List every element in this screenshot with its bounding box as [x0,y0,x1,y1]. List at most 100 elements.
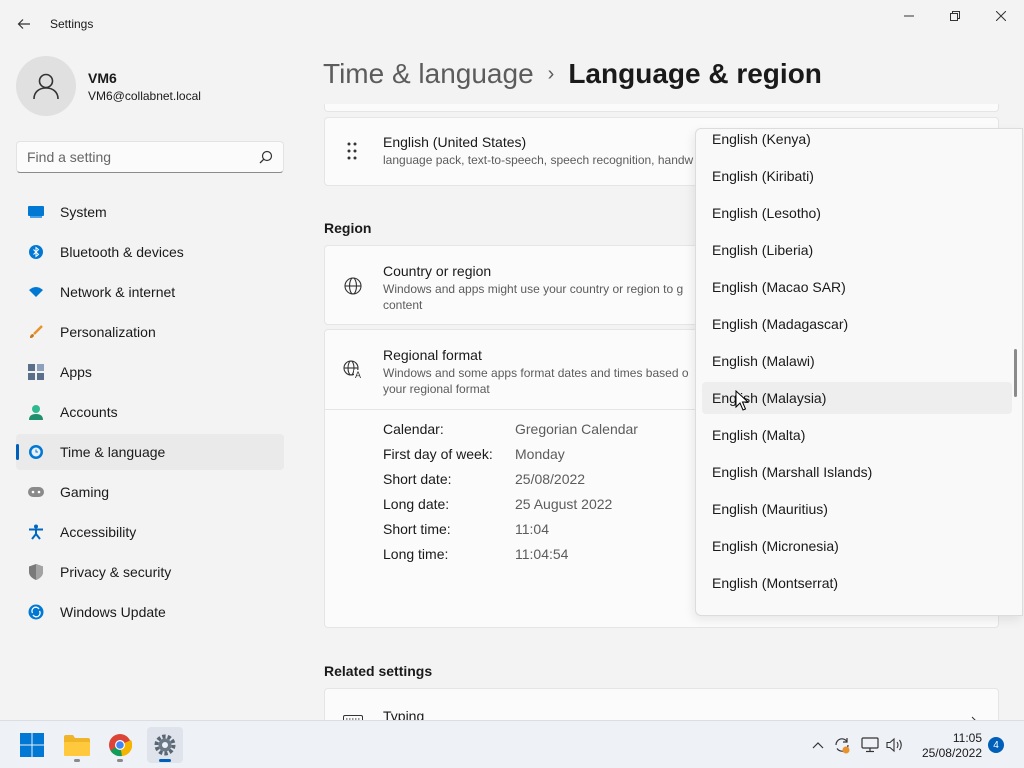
clock-date: 25/08/2022 [921,746,982,760]
dropdown-option[interactable]: English (Montserrat) [702,567,1012,599]
system-icon [28,204,44,220]
title-bar: Settings [0,0,1024,48]
breadcrumb-parent[interactable]: Time & language [323,58,534,90]
drag-handle-icon[interactable] [347,142,357,163]
dropdown-option[interactable]: English (Madagascar) [702,308,1012,340]
dropdown-scrollbar[interactable] [1014,349,1017,397]
taskbar: 11:05 25/08/2022 4 [0,720,1024,768]
region-section-label: Region [324,220,372,236]
network-icon [861,737,879,753]
sync-icon [835,738,850,754]
update-icon [28,604,44,620]
search-box[interactable] [16,141,284,173]
country-region-desc-2: content [383,298,423,312]
format-label-short-date: Short date: [383,471,452,487]
format-value-calendar: Gregorian Calendar [515,421,638,437]
file-explorer-icon [64,735,90,756]
sidebar-item-apps[interactable]: Apps [16,354,284,390]
dropdown-option[interactable]: English (Kiribati) [702,160,1012,192]
close-button[interactable] [978,0,1024,32]
format-value-short-time: 11:04 [515,521,549,537]
tray-volume[interactable] [885,735,905,755]
sidebar-item-label: Apps [60,364,92,380]
dropdown-option[interactable]: English (Micronesia) [702,530,1012,562]
sidebar-nav: System Bluetooth & devices Network & int… [16,194,284,634]
tray-network[interactable] [860,735,880,755]
sidebar-item-personalization[interactable]: Personalization [16,314,284,350]
taskbar-chrome[interactable] [102,727,138,763]
sidebar-item-bluetooth[interactable]: Bluetooth & devices [16,234,284,270]
related-settings-label: Related settings [324,663,433,679]
dropdown-option[interactable]: English (Marshall Islands) [702,456,1012,488]
dropdown-option[interactable]: English (Lesotho) [702,197,1012,229]
taskbar-clock[interactable]: 11:05 25/08/2022 [918,731,982,761]
user-profile[interactable]: VM6 VM6@collabnet.local [16,56,201,116]
maximize-button[interactable] [932,0,978,32]
dropdown-option[interactable]: English (Mauritius) [702,493,1012,525]
shield-icon [28,564,44,580]
dropdown-option[interactable]: English (Namibia) [702,604,1012,615]
back-arrow-icon [17,19,30,29]
sidebar-item-label: Personalization [60,324,156,340]
sidebar-item-system[interactable]: System [16,194,284,230]
back-button[interactable] [10,10,38,38]
running-indicator [159,759,171,762]
regional-format-icon: A [343,360,365,383]
format-label-long-time: Long time: [383,546,449,562]
volume-icon [886,737,902,753]
sidebar-item-network[interactable]: Network & internet [16,274,284,310]
start-button[interactable] [14,727,50,763]
country-region-dropdown[interactable]: English (Kenya) English (Kiribati) Engli… [695,128,1023,616]
dropdown-option[interactable]: English (Liberia) [702,234,1012,266]
minimize-button[interactable] [886,0,932,32]
breadcrumb-separator: › [547,62,555,85]
sidebar-item-label: Privacy & security [60,564,172,580]
show-hidden-icons-button[interactable] [808,735,828,755]
paintbrush-icon [28,324,44,340]
start-icon [20,733,44,757]
dropdown-option[interactable]: English (Malta) [702,419,1012,451]
gaming-icon [28,484,44,500]
sidebar-item-accessibility[interactable]: Accessibility [16,514,284,550]
sidebar-item-label: Windows Update [60,604,166,620]
svg-text:A: A [355,370,361,380]
settings-icon [154,734,176,756]
format-value-short-date: 25/08/2022 [515,471,586,487]
taskbar-file-explorer[interactable] [59,727,95,763]
sidebar-item-accounts[interactable]: Accounts [16,394,284,430]
sidebar-item-windows-update[interactable]: Windows Update [16,594,284,630]
sidebar-item-privacy[interactable]: Privacy & security [16,554,284,590]
accounts-icon [28,404,44,420]
accessibility-icon [28,524,44,540]
country-region-desc-1: Windows and apps might use your country … [383,282,684,296]
sidebar-item-label: Accounts [60,404,118,420]
close-icon [996,11,1006,21]
dropdown-option[interactable]: English (Malawi) [702,345,1012,377]
dropdown-option[interactable]: English (Kenya) [702,129,1012,155]
sidebar-item-gaming[interactable]: Gaming [16,474,284,510]
tray-sync[interactable] [832,735,852,755]
dropdown-option[interactable]: English (Macao SAR) [702,271,1012,303]
clipped-card [324,104,999,112]
notification-badge[interactable]: 4 [988,737,1004,753]
sidebar-item-label: Time & language [60,444,166,460]
sidebar-item-time-language[interactable]: Time & language [16,434,284,470]
apps-icon [28,364,44,380]
mouse-cursor-icon [735,390,749,411]
breadcrumb: Time & language › Language & region [323,58,822,90]
format-value-first-day: Monday [515,446,565,462]
running-indicator [117,759,123,762]
format-label-calendar: Calendar: [383,421,444,437]
running-indicator [74,759,80,762]
search-input[interactable] [17,149,247,165]
time-language-icon [28,444,44,460]
sidebar-item-label: Network & internet [60,284,176,300]
taskbar-settings[interactable] [147,727,183,763]
language-features: language pack, text-to-speech, speech re… [383,153,694,167]
format-label-long-date: Long date: [383,496,450,512]
globe-icon [344,277,362,298]
regional-format-title: Regional format [383,347,482,363]
chevron-up-icon [812,742,824,749]
regional-format-desc-1: Windows and some apps format dates and t… [383,366,689,380]
language-name: English (United States) [383,134,527,150]
